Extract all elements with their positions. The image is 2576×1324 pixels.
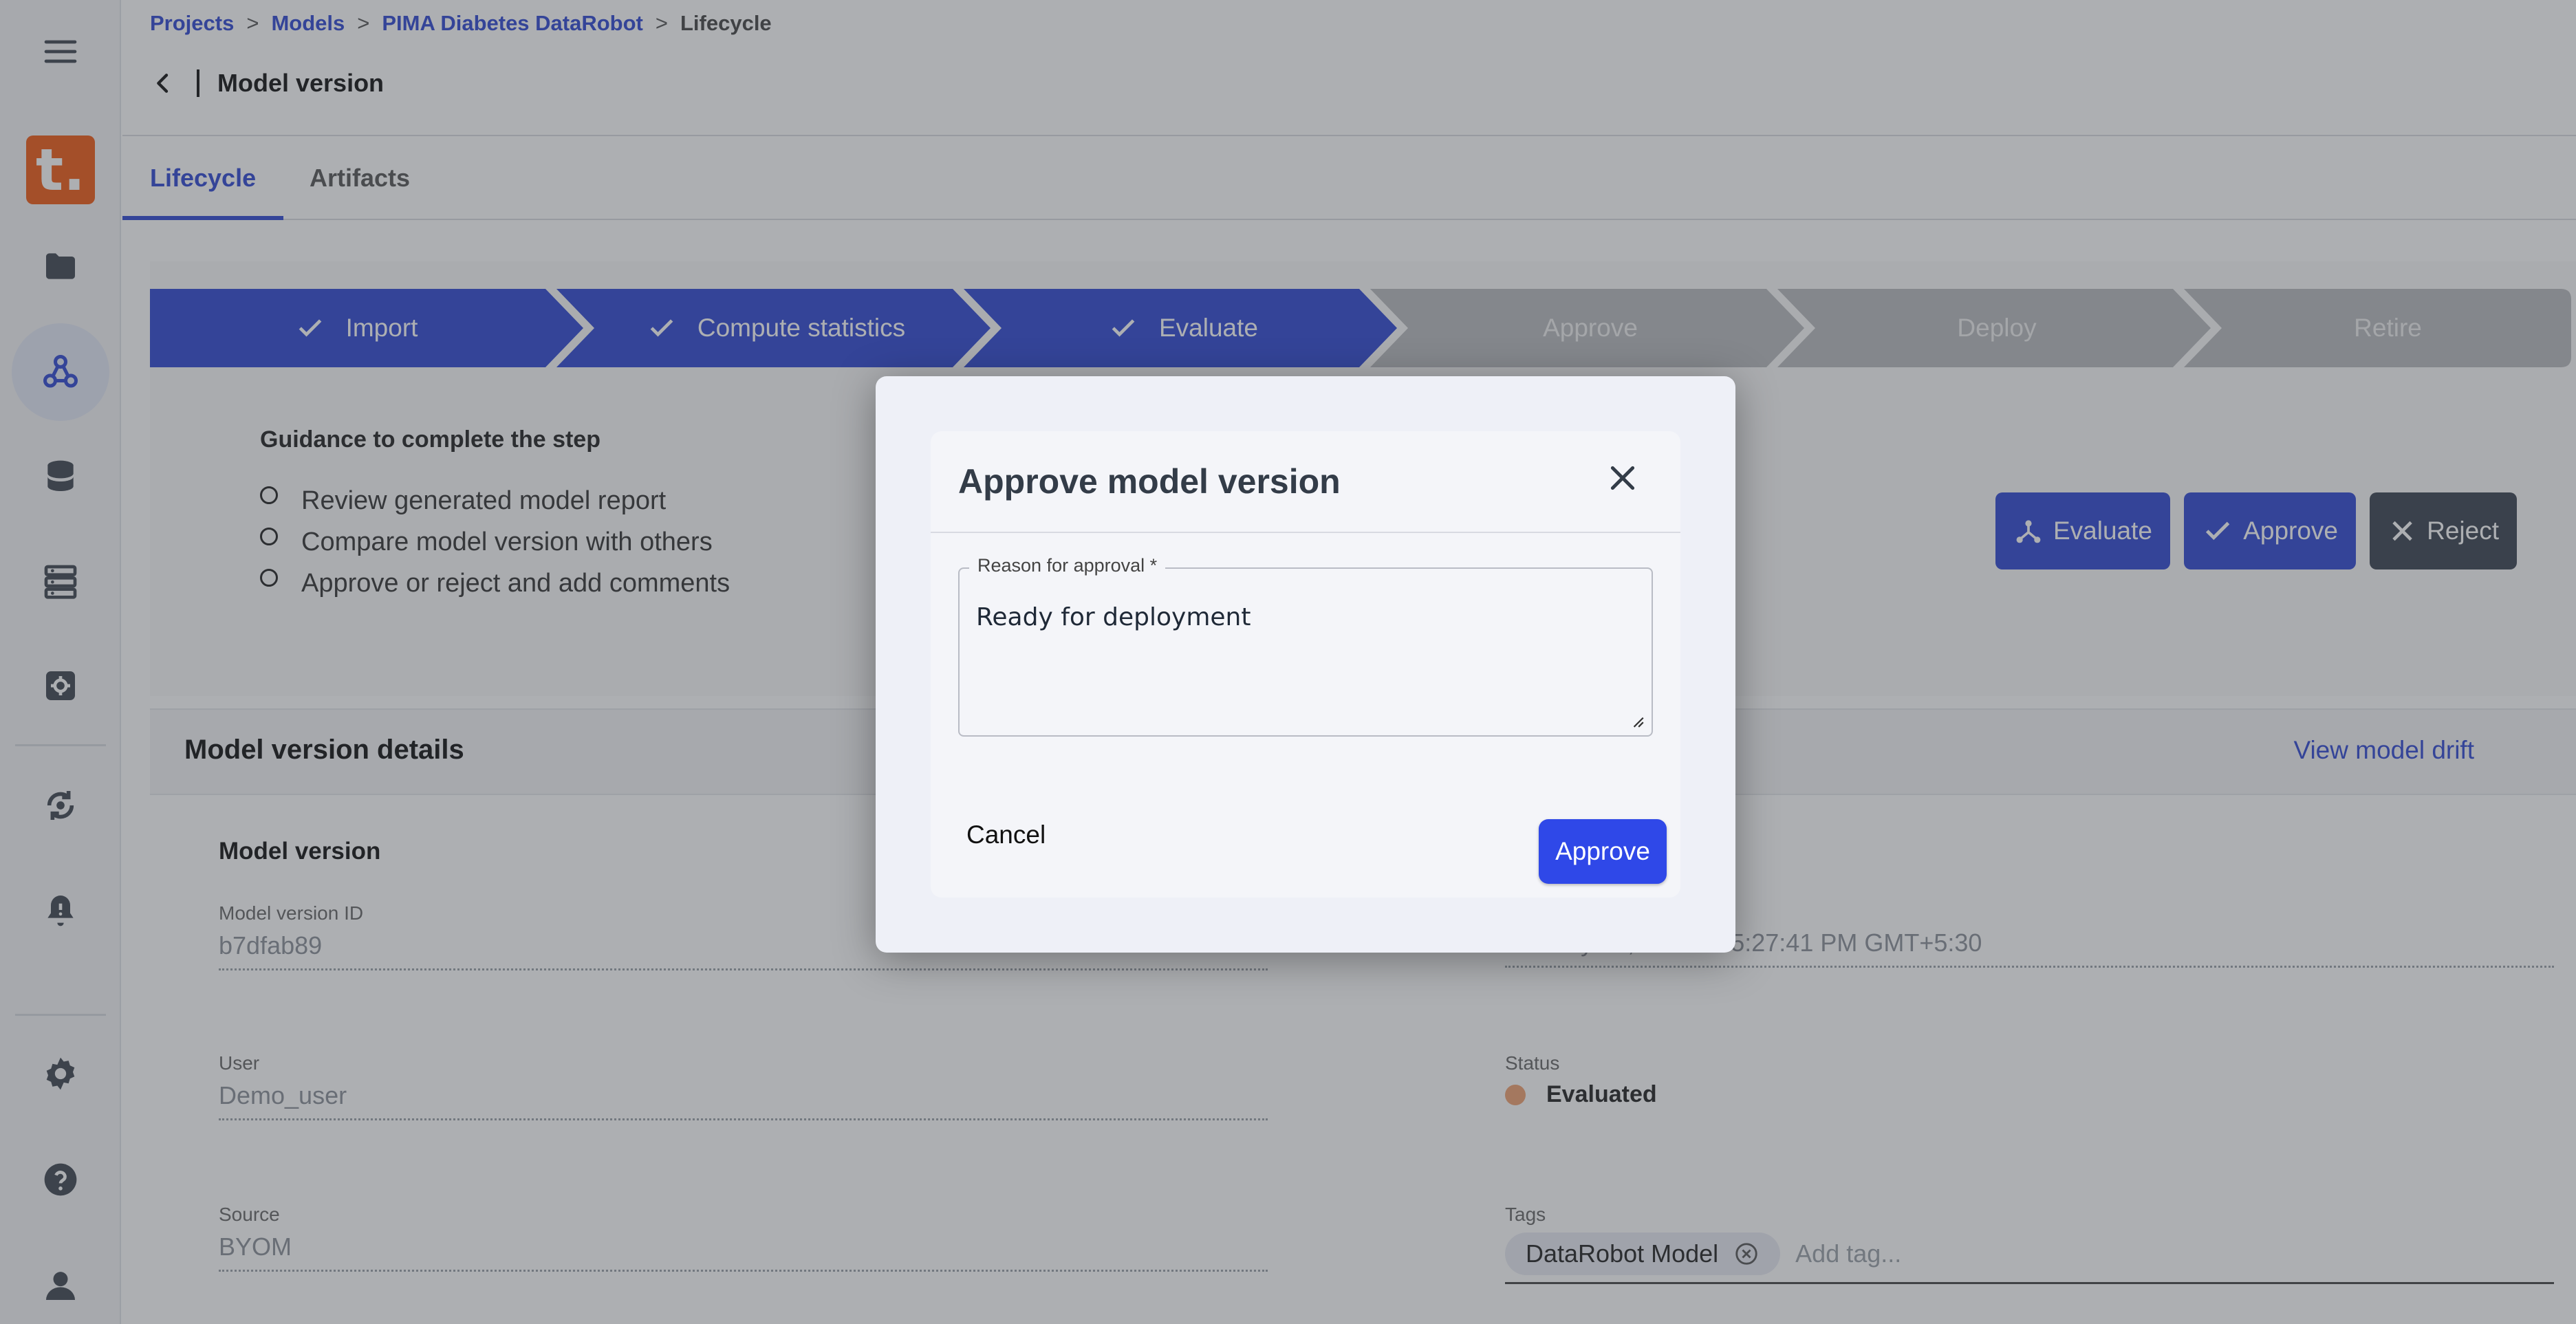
- cancel-button[interactable]: Cancel: [966, 821, 1046, 849]
- modal-divider: [931, 532, 1680, 533]
- close-icon: [1610, 466, 1635, 490]
- approve-button[interactable]: Approve: [1539, 819, 1667, 884]
- reason-textarea[interactable]: Reason for approval * Ready for deployme…: [958, 555, 1653, 737]
- reason-label: Reason for approval *: [969, 555, 1166, 576]
- modal-title: Approve model version: [958, 462, 1341, 501]
- modal-content: Approve model version Reason for approva…: [931, 431, 1680, 898]
- resize-handle-icon[interactable]: [1630, 713, 1645, 728]
- approve-modal: Approve model version Reason for approva…: [876, 376, 1735, 953]
- reason-value: Ready for deployment: [976, 603, 1251, 631]
- modal-close-button[interactable]: [1603, 459, 1642, 497]
